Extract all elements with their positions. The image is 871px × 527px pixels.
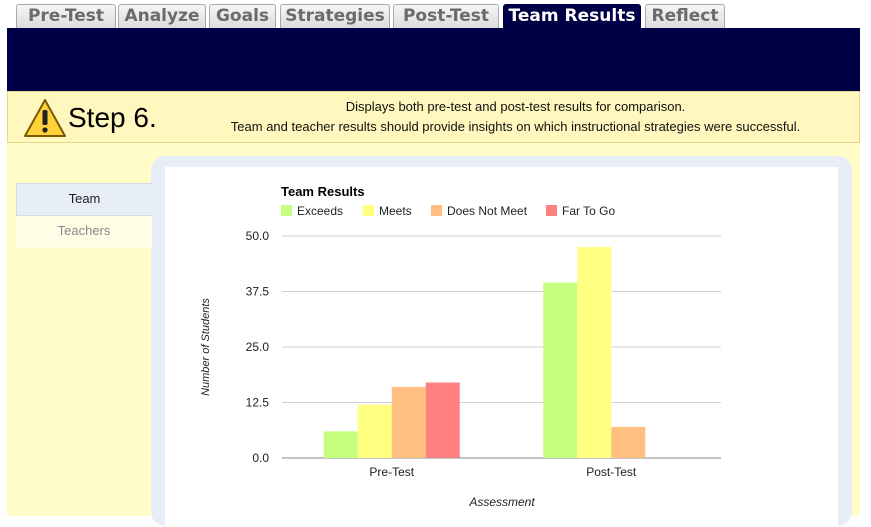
bar-does-not-meet-pre-test	[391, 386, 426, 458]
chart-bars	[323, 247, 646, 458]
bar-far-to-go-pre-test	[425, 382, 460, 458]
y-tick-label: 12.5	[246, 396, 270, 410]
bar-exceeds-post-test	[543, 282, 578, 458]
bar-does-not-meet-post-test	[611, 426, 646, 458]
y-tick-label: 0.0	[252, 451, 269, 465]
y-tick-label: 50.0	[246, 229, 270, 243]
bar-meets-pre-test	[357, 404, 392, 458]
y-tick-label: 25.0	[246, 340, 270, 354]
chart-grid	[282, 235, 721, 459]
x-axis-label: Assessment	[468, 495, 535, 509]
x-tick-label: Pre-Test	[369, 465, 414, 479]
chart-plot: 0.0 12.5 25.0 37.5 50.0 Pre-Test Post-Test Num…	[200, 229, 721, 509]
bar-meets-post-test	[577, 247, 612, 458]
bar-exceeds-pre-test	[323, 431, 358, 458]
x-tick-label: Post-Test	[586, 465, 637, 479]
y-tick-label: 37.5	[246, 285, 270, 299]
y-axis-label: Number of Students	[200, 298, 212, 396]
